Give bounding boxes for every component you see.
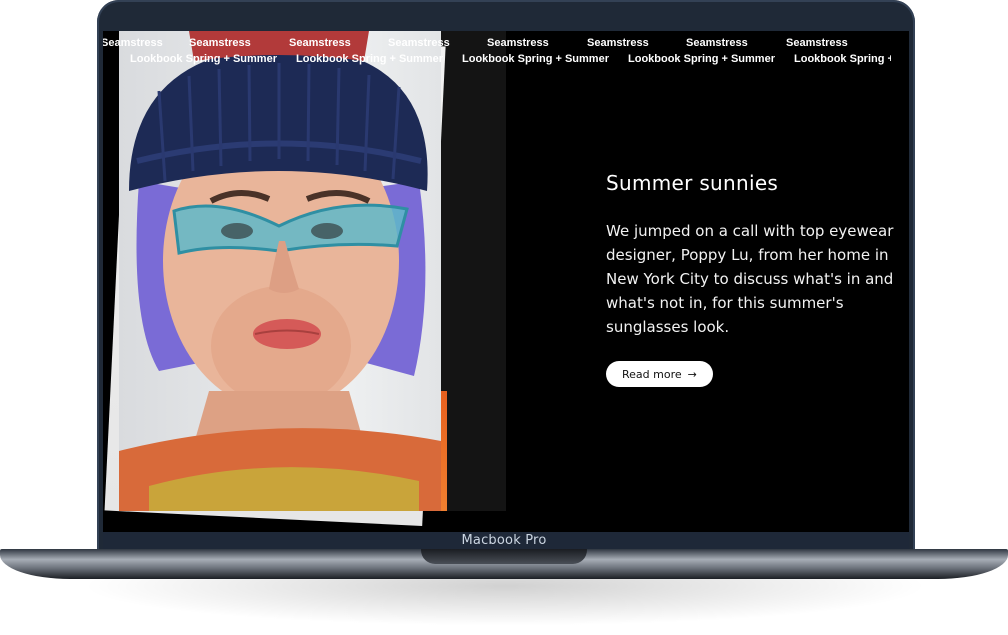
portrait-photo xyxy=(119,31,441,511)
laptop-shadow xyxy=(80,576,930,626)
article-panel: Summer sunnies We jumped on a call with … xyxy=(606,171,896,387)
laptop-notch xyxy=(421,549,587,564)
arrow-right-icon: → xyxy=(687,367,697,381)
article-body: We jumped on a call with top eyewear des… xyxy=(606,222,894,336)
read-more-label: Read more xyxy=(622,367,682,381)
marquee-item: Seamstress xyxy=(686,37,748,49)
marquee-item: Seamstress xyxy=(786,37,848,49)
marquee-item: Seamstress xyxy=(587,37,649,49)
read-more-button[interactable]: Read more → xyxy=(606,361,713,387)
marquee-item: Lookbook Spring + Summer xyxy=(794,53,891,65)
article-title: Summer sunnies xyxy=(606,171,779,195)
laptop-mockup: Seamstress Seamstress Seamstress Seamstr… xyxy=(0,0,1008,635)
laptop-screen: Seamstress Seamstress Seamstress Seamstr… xyxy=(103,31,909,532)
marquee-item: Lookbook Spring + Summer xyxy=(628,53,775,65)
